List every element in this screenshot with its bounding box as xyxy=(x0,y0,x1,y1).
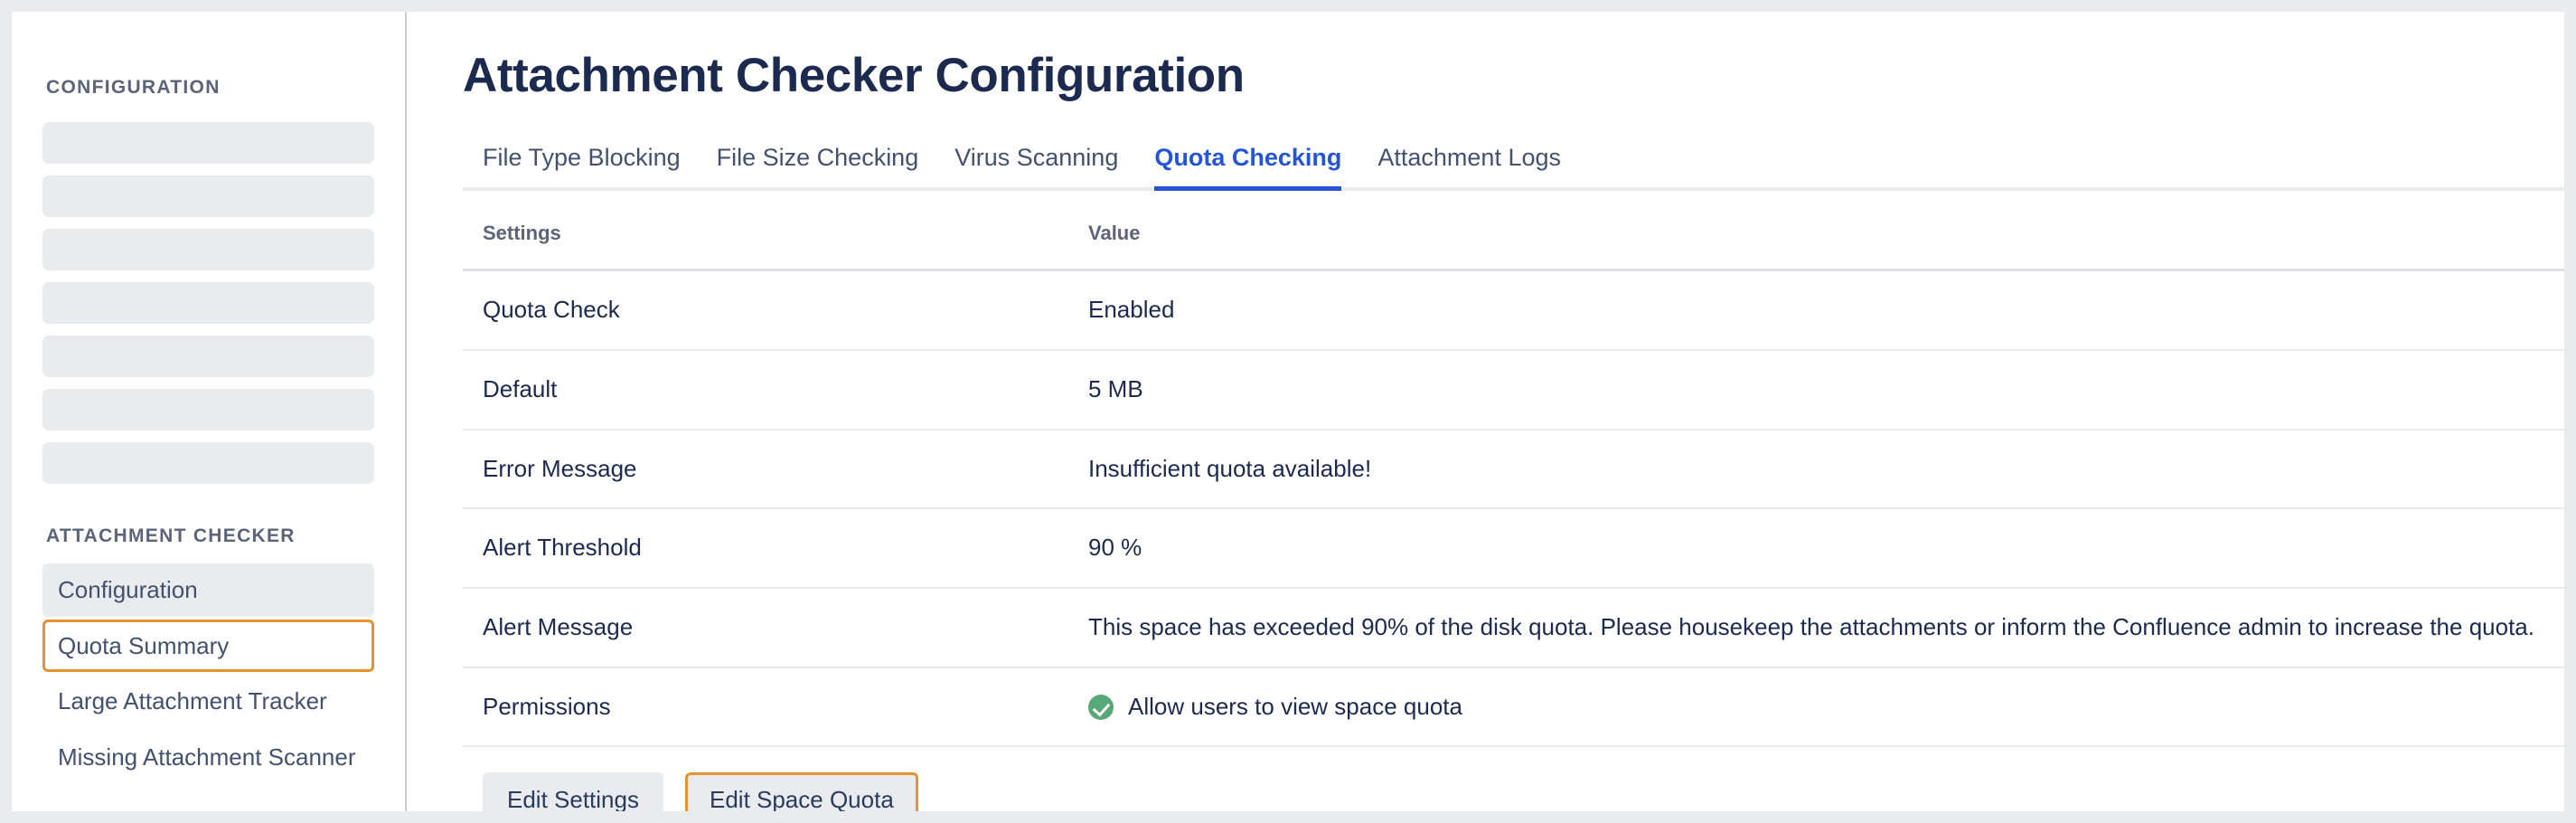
tab-virus-scanning[interactable]: Virus Scanning xyxy=(954,138,1118,191)
sidebar-nav-list: Configuration Quota Summary Large Attach… xyxy=(42,563,374,784)
row-label-quota-check: Quota Check xyxy=(463,270,1068,351)
sidebar-item-configuration[interactable]: Configuration xyxy=(42,563,374,617)
sidebar-section-attachment-checker-heading: ATTACHMENT CHECKER xyxy=(46,525,296,546)
main-content: Attachment Checker Configuration File Ty… xyxy=(407,12,2564,811)
app-frame: CONFIGURATION ATTACHMENT CHECKER Configu… xyxy=(12,12,2564,811)
row-label-permissions: Permissions xyxy=(463,667,1068,748)
sidebar-skeleton-list xyxy=(42,122,374,484)
table-row: Alert Message This space has exceeded 90… xyxy=(463,588,2564,668)
settings-table-head: Settings Value xyxy=(463,196,2564,272)
table-row: Alert Threshold 90 % xyxy=(463,508,2564,590)
table-header-row: Settings Value xyxy=(463,196,2564,272)
skeleton-placeholder xyxy=(42,442,374,484)
row-value-permissions-cell: Allow users to view space quota xyxy=(1068,667,2564,748)
row-value-quota-check: Enabled xyxy=(1068,270,2564,351)
table-row: Permissions Allow users to view space qu… xyxy=(463,667,2564,748)
table-row: Error Message Insufficient quota availab… xyxy=(463,429,2564,510)
skeleton-placeholder xyxy=(42,336,374,377)
check-circle-icon xyxy=(1088,694,1114,720)
action-button-row: Edit Settings Edit Space Quota xyxy=(463,772,2564,811)
skeleton-placeholder xyxy=(42,122,374,164)
row-value-alert-message: This space has exceeded 90% of the disk … xyxy=(1068,588,2564,668)
edit-space-quota-button[interactable]: Edit Space Quota xyxy=(684,772,918,811)
edit-settings-button[interactable]: Edit Settings xyxy=(483,772,663,811)
tab-quota-checking[interactable]: Quota Checking xyxy=(1154,138,1342,192)
tab-file-size-checking[interactable]: File Size Checking xyxy=(717,138,919,191)
row-value-alert-threshold: 90 % xyxy=(1068,508,2564,590)
settings-table-body: Quota Check Enabled Default 5 MB Error M… xyxy=(463,270,2564,748)
skeleton-placeholder xyxy=(42,282,374,324)
row-value-permissions: Allow users to view space quota xyxy=(1128,692,1462,720)
skeleton-placeholder xyxy=(42,175,374,217)
tab-attachment-logs[interactable]: Attachment Logs xyxy=(1377,138,1561,191)
permission-value-group: Allow users to view space quota xyxy=(1088,690,2564,724)
row-label-alert-threshold: Alert Threshold xyxy=(463,508,1068,590)
row-label-default: Default xyxy=(463,349,1068,430)
skeleton-placeholder xyxy=(42,229,374,270)
table-row: Quota Check Enabled xyxy=(463,270,2564,351)
settings-table: Settings Value Quota Check Enabled Defau… xyxy=(463,196,2564,748)
page-title: Attachment Checker Configuration xyxy=(463,49,1245,102)
tab-bar: File Type Blocking File Size Checking Vi… xyxy=(463,138,2564,192)
row-value-error-message: Insufficient quota available! xyxy=(1068,429,2564,510)
row-label-alert-message: Alert Message xyxy=(463,588,1068,668)
sidebar-item-large-attachment-tracker[interactable]: Large Attachment Tracker xyxy=(42,675,374,728)
sidebar-item-missing-attachment-scanner[interactable]: Missing Attachment Scanner xyxy=(42,731,374,784)
sidebar-section-configuration-heading: CONFIGURATION xyxy=(46,77,221,98)
sidebar: CONFIGURATION ATTACHMENT CHECKER Configu… xyxy=(12,12,407,811)
row-label-error-message: Error Message xyxy=(463,429,1068,510)
column-header-settings: Settings xyxy=(463,196,1068,272)
sidebar-item-quota-summary[interactable]: Quota Summary xyxy=(42,619,374,673)
skeleton-placeholder xyxy=(42,389,374,430)
table-row: Default 5 MB xyxy=(463,349,2564,430)
tab-file-type-blocking[interactable]: File Type Blocking xyxy=(483,138,681,191)
row-value-default: 5 MB xyxy=(1068,349,2564,430)
column-header-value: Value xyxy=(1068,196,2564,272)
